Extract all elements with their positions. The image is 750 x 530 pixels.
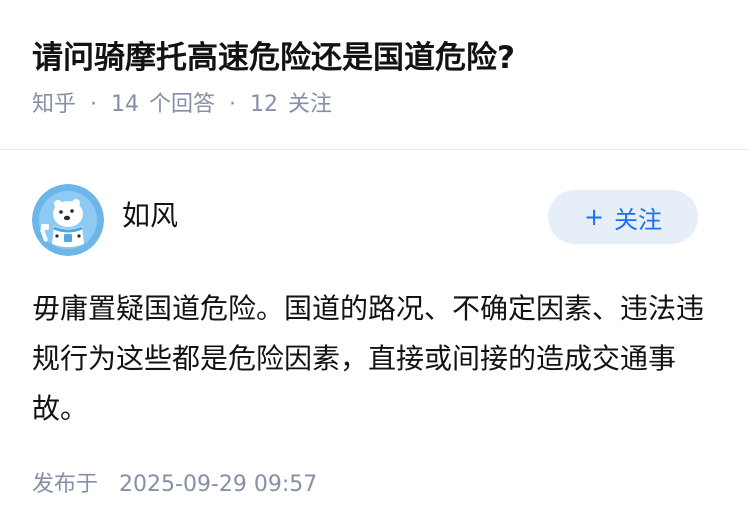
follow-count-label: 关注: [288, 92, 333, 117]
answer-content: 毋庸置疑国道危险。国道的路况、不确定因素、违法违规行为这些都是危险因素，直接或间…: [32, 292, 705, 425]
polar-bear-avatar-icon[interactable]: [32, 184, 104, 256]
meta-separator: ·: [90, 92, 98, 117]
question-title[interactable]: 请问骑摩托高速危险还是国道危险?: [32, 0, 718, 82]
answer-card: 如风 + 关注 毋庸置疑国道危险。国道的路况、不确定因素、违法违规行为这些都是危…: [0, 180, 750, 502]
source-label[interactable]: 知乎: [32, 88, 76, 122]
follow-button[interactable]: + 关注: [548, 190, 698, 244]
plus-icon: +: [583, 203, 605, 231]
question-header: 请问骑摩托高速危险还是国道危险? 知乎 · 14 个回答 · 12 关注: [0, 0, 750, 150]
question-meta: 知乎 · 14 个回答 · 12 关注: [32, 88, 718, 122]
follow-count: 12: [250, 92, 279, 117]
follow-button-label: 关注: [614, 205, 663, 234]
answer-count: 14: [111, 92, 140, 117]
published-time: 2025-09-29 09:57: [119, 472, 318, 497]
answer-count-label: 个回答: [149, 92, 216, 117]
answer-timestamp: 发布于 2025-09-29 09:57: [32, 468, 718, 502]
author-row: 如风 + 关注: [32, 180, 718, 290]
published-label: 发布于: [32, 472, 99, 497]
avatar-image: [32, 184, 104, 256]
meta-separator: ·: [229, 92, 237, 117]
author-name[interactable]: 如风: [122, 196, 178, 236]
